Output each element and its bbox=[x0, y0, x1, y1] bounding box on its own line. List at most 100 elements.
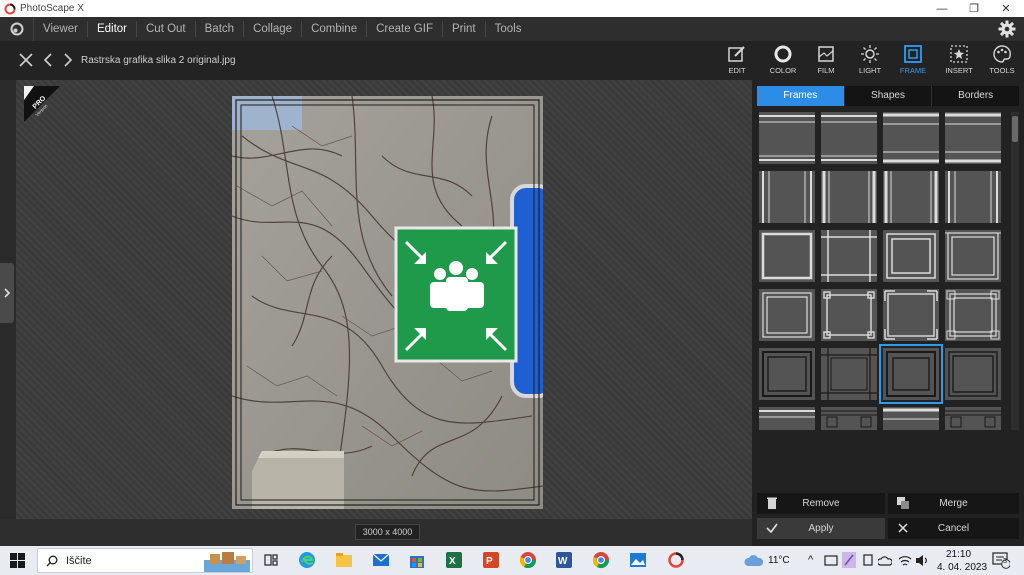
frame-thumbnail[interactable] bbox=[759, 230, 815, 282]
onedrive-cloud-icon[interactable] bbox=[878, 554, 892, 567]
mail-icon[interactable] bbox=[372, 551, 390, 569]
svg-text:W: W bbox=[558, 556, 568, 567]
chrome-icon[interactable] bbox=[519, 551, 537, 569]
weather-temp[interactable]: 11°C bbox=[768, 555, 790, 566]
image-size-label: 3000 x 4000 bbox=[355, 524, 420, 540]
frame-thumbnail[interactable] bbox=[759, 407, 815, 430]
frame-preview-icon bbox=[948, 351, 998, 397]
frame-thumbnail[interactable] bbox=[945, 348, 1001, 400]
excel-icon[interactable]: X bbox=[445, 551, 463, 569]
tray-chevron-up-icon[interactable]: ^ bbox=[808, 554, 813, 566]
menu-create-gif[interactable]: Create GIF bbox=[367, 21, 443, 37]
tool-frame-label: FRAME bbox=[899, 66, 927, 75]
menu-collage[interactable]: Collage bbox=[244, 21, 303, 37]
tool-color[interactable]: COLOR bbox=[761, 44, 805, 78]
frame-thumbnail[interactable] bbox=[883, 289, 939, 341]
merge-button[interactable]: Merge bbox=[888, 493, 1019, 514]
frame-thumbnail[interactable] bbox=[945, 171, 1001, 223]
pen-feather-icon[interactable] bbox=[842, 552, 856, 568]
menu-viewer[interactable]: Viewer bbox=[34, 21, 88, 37]
menu-editor[interactable]: Editor bbox=[88, 21, 137, 37]
frame-thumbnail[interactable] bbox=[945, 289, 1001, 341]
wifi-icon[interactable] bbox=[898, 554, 912, 567]
frame-thumbnail[interactable] bbox=[759, 112, 815, 164]
volume-icon[interactable] bbox=[915, 554, 929, 567]
frame-thumbnail[interactable] bbox=[821, 112, 877, 164]
tray-app-icon[interactable] bbox=[824, 555, 838, 566]
taskbar-search[interactable]: Iščite bbox=[37, 548, 253, 573]
menu-cut-out[interactable]: Cut Out bbox=[137, 21, 196, 37]
frame-thumbnail[interactable] bbox=[883, 407, 939, 430]
frame-thumbnail[interactable] bbox=[759, 348, 815, 400]
file-name: Rastrska grafika slika 2 original.jpg bbox=[81, 55, 236, 66]
close-window-button[interactable]: ✕ bbox=[990, 0, 1022, 17]
menu-print[interactable]: Print bbox=[443, 21, 486, 37]
task-view-icon[interactable] bbox=[262, 551, 280, 569]
weather-cloud-icon[interactable] bbox=[744, 554, 764, 567]
microsoft-store-icon[interactable] bbox=[408, 551, 426, 569]
frame-thumbnail[interactable] bbox=[821, 407, 877, 430]
side-panel-toggle[interactable] bbox=[0, 263, 14, 323]
tool-light[interactable]: LIGHT bbox=[848, 44, 892, 78]
photos-app-icon[interactable] bbox=[629, 551, 647, 569]
tray-device-icon[interactable] bbox=[862, 554, 874, 567]
menu-batch[interactable]: Batch bbox=[196, 21, 245, 37]
tab-frames[interactable]: Frames bbox=[757, 86, 845, 106]
frame-thumbnail[interactable] bbox=[945, 407, 1001, 430]
frame-thumbnail[interactable] bbox=[821, 230, 877, 282]
tab-borders[interactable]: Borders bbox=[932, 86, 1020, 106]
minimize-button[interactable]: — bbox=[926, 0, 958, 17]
remove-button[interactable]: Remove bbox=[757, 493, 885, 514]
file-explorer-icon[interactable] bbox=[335, 551, 353, 569]
frame-tabs: Frames Shapes Borders bbox=[757, 86, 1020, 106]
frame-thumbnail[interactable] bbox=[945, 230, 1001, 282]
frame-thumbnail[interactable] bbox=[821, 348, 877, 400]
edge-browser-icon[interactable] bbox=[298, 551, 316, 569]
frame-thumbnail[interactable] bbox=[821, 171, 877, 223]
tool-insert[interactable]: INSERT bbox=[937, 44, 981, 78]
powerpoint-icon[interactable]: P bbox=[482, 551, 500, 569]
clock-time[interactable]: 21:10 bbox=[946, 549, 971, 560]
settings-gear-icon[interactable] bbox=[998, 20, 1016, 38]
scrollbar-thumb[interactable] bbox=[1012, 116, 1018, 142]
frame-thumbnail[interactable] bbox=[945, 112, 1001, 164]
photoscape-taskbar-icon[interactable] bbox=[667, 551, 685, 569]
tool-film[interactable]: FILM bbox=[804, 44, 848, 78]
menu-tools[interactable]: Tools bbox=[486, 21, 531, 37]
frame-grid-scrollbar[interactable] bbox=[1011, 112, 1019, 430]
frame-thumbnail[interactable] bbox=[883, 171, 939, 223]
cancel-button[interactable]: Cancel bbox=[888, 518, 1019, 539]
chrome-icon-2[interactable] bbox=[592, 551, 610, 569]
close-icon[interactable] bbox=[18, 52, 34, 68]
chevron-left-icon[interactable] bbox=[40, 52, 56, 68]
frame-thumbnail[interactable] bbox=[883, 230, 939, 282]
tool-insert-label: INSERT bbox=[945, 66, 973, 75]
frame-thumbnail[interactable] bbox=[883, 112, 939, 164]
frame-preview-icon bbox=[883, 408, 939, 420]
frame-preview-icon bbox=[883, 113, 939, 163]
apply-button[interactable]: Apply bbox=[757, 518, 885, 539]
menu-combine[interactable]: Combine bbox=[302, 21, 368, 37]
clock-date[interactable]: 4. 04. 2023 bbox=[937, 562, 987, 573]
frame-preview-icon bbox=[759, 410, 815, 418]
word-icon[interactable]: W bbox=[555, 551, 573, 569]
windows-start-icon[interactable] bbox=[10, 553, 25, 568]
edit-pencil-icon bbox=[728, 46, 745, 62]
tool-tools-label: TOOLS bbox=[989, 66, 1015, 75]
frame-thumbnail[interactable] bbox=[759, 171, 815, 223]
chevron-right-icon[interactable] bbox=[60, 52, 76, 68]
tool-tools[interactable]: TOOLS bbox=[980, 44, 1024, 78]
frame-thumbnail[interactable] bbox=[879, 344, 943, 404]
merge-label: Merge bbox=[939, 498, 968, 509]
tool-edit[interactable]: EDIT bbox=[715, 44, 759, 78]
tab-shapes[interactable]: Shapes bbox=[844, 86, 933, 106]
trash-icon bbox=[767, 497, 777, 509]
tool-edit-label: EDIT bbox=[728, 66, 746, 75]
frame-thumbnail[interactable] bbox=[759, 289, 815, 341]
home-button[interactable] bbox=[0, 17, 34, 41]
notifications-icon[interactable] bbox=[992, 552, 1010, 569]
tool-frame[interactable]: FRAME bbox=[891, 44, 935, 78]
maximize-button[interactable]: ❐ bbox=[958, 0, 990, 17]
cancel-label: Cancel bbox=[937, 523, 970, 534]
frame-thumbnail[interactable] bbox=[821, 289, 877, 341]
